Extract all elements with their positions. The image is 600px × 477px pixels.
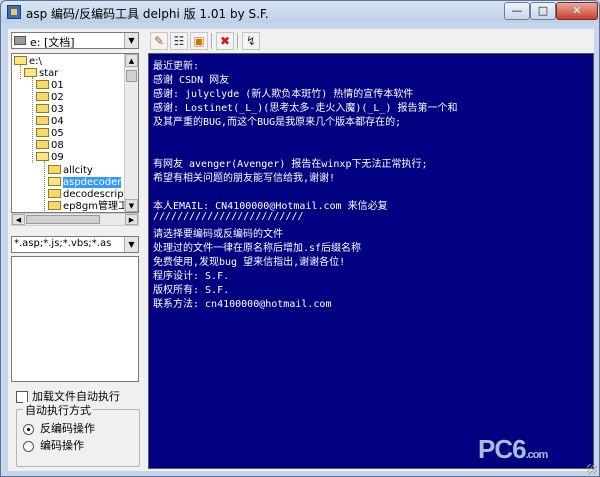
editor-line: 感谢: Lostinet(_L_)(思考太多-走火入魔)(_L_) 报告第一个和 [153, 103, 458, 114]
window-title: asp 编码/反编码工具 delphi 版 1.01 by S.F. [26, 7, 269, 21]
run-button[interactable]: ↯ [242, 32, 260, 50]
autorun-mode-group: 自动执行方式 反编码操作 编码操作 [16, 402, 140, 467]
minimize-button[interactable]: — [504, 2, 530, 20]
drive-icon [14, 36, 26, 45]
scroll-left-icon[interactable]: ◀ [12, 214, 25, 225]
editor-line: 希望有相关问题的朋友能写信给我,谢谢! [153, 173, 336, 184]
folder-icon [48, 164, 61, 174]
drive-select[interactable]: e: [文档] ▼ [11, 32, 139, 49]
tree-item-e-drive[interactable]: e:\ [14, 55, 42, 68]
editor-line: 有网友 avenger(Avenger) 报告在winxp下无法正常执行; [153, 159, 428, 170]
autorun-checkbox[interactable]: 加载文件自动执行 [16, 388, 120, 403]
tree-guide-line [32, 77, 33, 163]
client-area: e: [文档] ▼ e:\ star 01 02 03 04 05 08 09 … [8, 29, 594, 471]
radio-encode[interactable]: 编码操作 [23, 437, 84, 452]
editor-line: 程序设计: S.F. [153, 271, 230, 282]
tree-item-01[interactable]: 01 [36, 79, 64, 92]
editor-line: 感谢 CSDN 网友 [153, 75, 230, 86]
editor-line: 本人EMAIL: CN4100000@Hotmail.com 来信必复 [153, 201, 388, 212]
editor-line: 请选择要编码或反编码的文件 [153, 229, 283, 240]
radio-selected-icon[interactable] [23, 423, 34, 435]
title-bar[interactable]: asp 编码/反编码工具 delphi 版 1.01 by S.F. — □ ✕ [1, 1, 599, 23]
radio-encode-label: 编码操作 [40, 439, 84, 452]
scroll-right-icon[interactable]: ▶ [125, 214, 138, 225]
close-button[interactable]: ✕ [556, 2, 598, 20]
save-button[interactable]: ▣ [190, 32, 208, 50]
tree-item-aspdecoder[interactable]: aspdecoder [48, 176, 122, 189]
open-file-button[interactable]: ✎ [150, 32, 168, 50]
folder-icon [48, 188, 61, 198]
tree-item-allcity[interactable]: allcity [48, 164, 93, 177]
scroll-down-icon[interactable]: ▼ [125, 199, 138, 212]
app-icon [7, 5, 21, 19]
scroll-thumb[interactable] [26, 215, 100, 224]
toolbar-separator [237, 33, 239, 49]
radio-decode[interactable]: 反编码操作 [23, 420, 95, 435]
folder-open-icon [48, 176, 61, 186]
tree-item-05[interactable]: 05 [36, 127, 64, 140]
tree-item-decodescript[interactable]: decodescripti [48, 188, 130, 201]
folder-open-icon [14, 55, 27, 65]
folder-icon [36, 91, 49, 101]
radio-unselected-icon[interactable] [23, 440, 34, 452]
chevron-down-icon[interactable]: ▼ [124, 237, 138, 252]
watermark-logo: PC6.com [478, 434, 548, 464]
file-filter-select[interactable]: *.asp;*.js;*.vbs;*.as ▼ [11, 236, 139, 253]
folder-icon [36, 139, 49, 149]
editor-line: ///////////////////////// [153, 211, 304, 222]
folder-icon [48, 200, 61, 210]
folder-open-icon [36, 151, 49, 161]
text-editor[interactable]: 最近更新: 感谢 CSDN 网友 感谢: julyclyde (新人欺负本斑竹)… [148, 53, 594, 469]
group-title: 自动执行方式 [23, 402, 93, 418]
folder-icon [36, 103, 49, 113]
toolbar: ✎ ☷ ▣ ✖ ↯ [148, 31, 594, 51]
file-list[interactable] [11, 256, 139, 382]
editor-line: 联系方法: cn4100000@hotmail.com [153, 299, 332, 310]
tree-item-02[interactable]: 02 [36, 91, 64, 104]
radio-decode-label: 反编码操作 [40, 422, 95, 435]
tree-item-09[interactable]: 09 [36, 151, 64, 164]
folder-open-icon [24, 67, 37, 77]
editor-line: 及其严重的BUG,而这个BUG是我原来几个版本都存在的; [153, 117, 402, 128]
folder-icon [36, 127, 49, 137]
folder-icon [36, 115, 49, 125]
drive-select-value: e: [文档] [30, 36, 75, 49]
tree-item-star[interactable]: star [24, 67, 58, 80]
editor-line: 免费使用,发现bug 望来信指出,谢谢各位! [153, 257, 346, 268]
editor-line: 最近更新: [153, 61, 200, 72]
directory-tree[interactable]: e:\ star 01 02 03 04 05 08 09 allcity as… [11, 53, 139, 213]
file-filter-value: *.asp;*.js;*.vbs;*.as [14, 238, 112, 249]
tree-item-03[interactable]: 03 [36, 103, 64, 116]
editor-line: 感谢: julyclyde (新人欺负本斑竹) 热情的宣传本软件 [153, 89, 414, 100]
maximize-button[interactable]: □ [530, 2, 556, 20]
editor-line: 版权所有: S.F. [153, 285, 230, 296]
tree-vertical-scrollbar[interactable]: ▲ ▼ [124, 54, 138, 212]
toolbar-separator [211, 33, 213, 49]
tree-item-04[interactable]: 04 [36, 115, 64, 128]
folder-icon [36, 79, 49, 89]
main-window: asp 编码/反编码工具 delphi 版 1.01 by S.F. — □ ✕… [0, 0, 600, 477]
scroll-thumb[interactable] [126, 70, 137, 82]
resize-grip-icon[interactable] [587, 464, 597, 474]
tree-guide-line [44, 161, 45, 211]
grid-button[interactable]: ☷ [170, 32, 188, 50]
delete-button[interactable]: ✖ [216, 32, 234, 50]
chevron-down-icon[interactable]: ▼ [124, 33, 138, 48]
tree-horizontal-scrollbar[interactable]: ◀ ▶ [11, 213, 139, 226]
tree-item-08[interactable]: 08 [36, 139, 64, 152]
scroll-up-icon[interactable]: ▲ [125, 54, 138, 67]
editor-line: 处理过的文件一律在原名称后增加.sf后缀名称 [153, 243, 362, 254]
